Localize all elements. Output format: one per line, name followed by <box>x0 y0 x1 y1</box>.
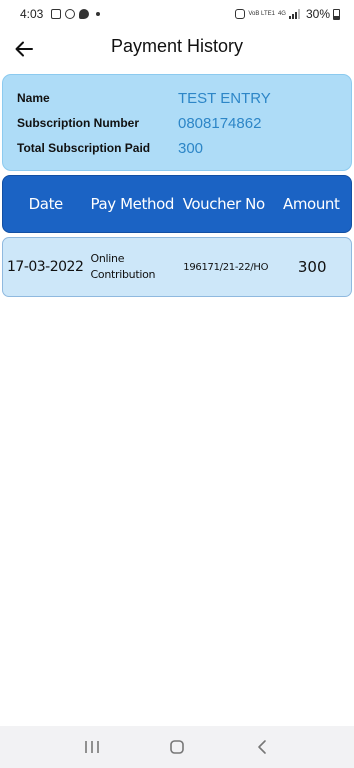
row-date: 17-03-2022 <box>7 259 84 275</box>
status-bar: 4:03 VoB LTE1 4G 30% <box>0 0 354 28</box>
app-bar: Payment History <box>0 28 354 70</box>
battery-icon <box>333 8 340 20</box>
nav-back-icon <box>257 740 266 754</box>
page-title: Payment History <box>110 36 244 56</box>
total-paid-row: Total Subscription Paid 300 <box>17 137 341 159</box>
row-amount: 300 <box>297 258 327 276</box>
header-voucher-no: Voucher No <box>182 195 266 213</box>
system-navigation-bar <box>0 726 354 768</box>
subscription-number-value: 0808174862 <box>178 114 262 132</box>
alarm-icon <box>235 9 246 19</box>
status-right: VoB LTE1 4G 30% <box>235 7 340 21</box>
name-row: Name TEST ENTRY <box>17 87 341 109</box>
subscription-number-label: Subscription Number <box>17 116 140 130</box>
gallery-notification-icon <box>51 9 62 19</box>
signal-strength-icon <box>288 9 300 19</box>
row-voucher-no: 196171/21-22/HO <box>183 261 269 273</box>
home-button[interactable] <box>162 732 192 762</box>
volte-indicator: VoB LTE1 <box>248 11 275 17</box>
status-left: 4:03 <box>20 7 101 21</box>
battery-percentage: 30% <box>305 7 330 21</box>
total-paid-label: Total Subscription Paid <box>17 141 151 155</box>
header-pay-method: Pay Method <box>90 195 175 213</box>
back-button[interactable] <box>10 36 38 62</box>
nav-back-button[interactable] <box>247 732 277 762</box>
row-pay-method-line1: Online <box>90 252 125 265</box>
subscription-summary-card: Name TEST ENTRY Subscription Number 0808… <box>2 74 352 171</box>
name-value: TEST ENTRY <box>178 89 271 107</box>
more-notifications-dot-icon <box>96 12 101 16</box>
recent-apps-icon <box>85 741 100 753</box>
recent-apps-button[interactable] <box>77 732 107 762</box>
whatsapp-notification-icon <box>65 9 76 19</box>
header-date: Date <box>28 195 64 213</box>
screen: 4:03 VoB LTE1 4G 30% Payment History Nam… <box>0 0 354 768</box>
network-type-indicator: 4G <box>277 11 286 17</box>
name-label: Name <box>17 91 50 105</box>
total-paid-value: 300 <box>178 139 204 157</box>
row-pay-method-line2: Contribution <box>90 268 156 281</box>
home-icon <box>170 740 184 754</box>
table-header: Date Pay Method Voucher No Amount <box>2 175 352 233</box>
status-time: 4:03 <box>20 7 44 21</box>
subscription-number-row: Subscription Number 0808174862 <box>17 112 341 134</box>
back-arrow-icon <box>15 41 33 57</box>
row-pay-method: Online Contribution <box>91 251 178 283</box>
header-amount: Amount <box>282 195 340 213</box>
table-row[interactable]: 17-03-2022 Online Contribution 196171/21… <box>2 237 352 297</box>
chat-notification-icon <box>79 9 90 19</box>
